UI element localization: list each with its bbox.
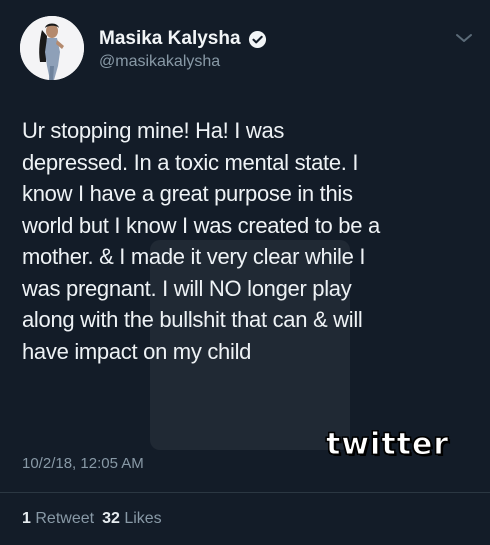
likes-label: Likes [124,510,162,527]
retweets-count: 1 [22,510,31,527]
retweets-link[interactable]: 1 Retweet [22,510,94,527]
retweets-label: Retweet [35,510,95,527]
author-handle[interactable]: @masikakalysha [99,53,220,71]
tweet-line: have impact on my child [22,338,252,364]
twitter-stamp-overlay: twitter [325,427,450,463]
avatar[interactable] [20,16,84,80]
chevron-down-icon[interactable] [455,32,473,44]
author-name-text: Masika Kalysha [99,28,241,49]
tweet-line: depressed. In a toxic mental state. I [22,149,359,175]
tweet-line: know I have a great purpose in this [22,181,353,206]
tweet-timestamp[interactable]: 10/2/18, 12:05 AM [22,455,144,472]
tweet-stats: 1 Retweet 32 Likes [22,510,162,528]
tweet-card: Masika Kalysha @masikakalysha Ur stoppin… [0,0,490,545]
tweet-line: world but I know I was created to be a [22,212,380,238]
likes-count: 32 [102,510,120,527]
tweet-line: along with the bullshit that can & will [22,307,363,332]
author-display-name[interactable]: Masika Kalysha [99,28,267,50]
divider [0,492,490,493]
likes-link[interactable]: 32 Likes [102,510,162,527]
tweet-line: mother. & I made it very clear while I [22,244,366,269]
avatar-photo-icon [20,16,84,80]
tweet-line: was pregnant. I will NO longer play [22,275,352,301]
verified-badge-icon [248,30,266,48]
tweet-text: Ur stopping mine! Ha! I was depressed. I… [22,115,477,367]
tweet-line: Ur stopping mine! Ha! I was [22,118,285,143]
